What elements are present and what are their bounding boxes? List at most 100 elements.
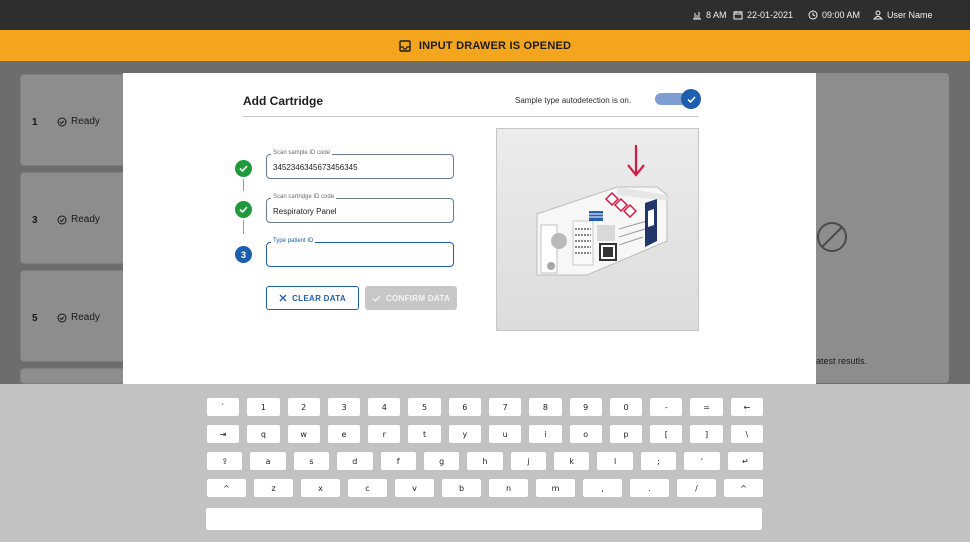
key-p[interactable]: p [609,425,643,443]
caps-lock-key[interactable]: ⇪ [207,452,243,470]
slash-key[interactable]: / [677,479,716,497]
module-bay-partial [20,368,130,384]
time-indicator: 09:00 AM [808,10,860,20]
key-j[interactable]: j [510,452,547,470]
results-text: atest resutls. [816,356,868,366]
key-n[interactable]: n [489,479,528,497]
equals-key[interactable]: = [690,398,723,416]
cartridge-image [536,145,668,276]
key-i[interactable]: i [529,425,562,443]
clock-icon [808,10,818,20]
bay-status-text: Ready [71,116,100,127]
step-2-done-indicator [235,201,252,218]
left-bracket-key[interactable]: [ [650,425,683,443]
step-connector [243,220,244,234]
right-bracket-key[interactable]: ] [690,425,723,443]
key-q[interactable]: q [247,425,280,443]
key-k[interactable]: k [554,452,590,470]
apostrophe-key[interactable]: ' [684,452,720,470]
cartridge-body [536,186,668,276]
bay-status: Ready [57,116,100,127]
key-v[interactable]: v [395,479,434,497]
module-bay-1[interactable]: 1 Ready [20,74,130,166]
key-5[interactable]: 5 [408,398,441,416]
key-t[interactable]: t [408,425,441,443]
autodetect-label: Sample type autodetection is on. [515,96,632,105]
backtick-key[interactable]: ` [207,398,240,416]
key-f[interactable]: f [380,452,416,470]
drawer-banner: INPUT DRAWER IS OPENED [0,30,970,61]
shift-key[interactable]: ^ [207,479,246,497]
tab-key[interactable]: ⇥ [207,425,240,443]
key-z[interactable]: z [254,479,293,497]
key-r[interactable]: r [368,425,401,443]
key-8[interactable]: 8 [529,398,562,416]
temperature-indicator: 8 AM [692,10,727,20]
key-6[interactable]: 6 [448,398,481,416]
dialog-title: Add Cartridge [243,94,324,108]
toggle-knob [681,89,701,109]
space-key[interactable] [206,508,762,530]
key-o[interactable]: o [569,425,602,443]
enter-key[interactable]: ↵ [727,452,763,470]
key-w[interactable]: w [287,425,320,443]
module-bay-5[interactable]: 5 Ready [20,270,130,362]
top-status-bar: 8 AM 22-01-2021 09:00 AM User Name [0,0,970,30]
shift-key[interactable]: ^ [724,479,763,497]
backslash-key[interactable]: \ [730,425,763,443]
bay-status-text: Ready [71,312,100,323]
clear-data-label: CLEAR DATA [292,293,346,303]
step-1-done-indicator [235,160,252,177]
key-2[interactable]: 2 [287,398,320,416]
key-x[interactable]: x [301,479,340,497]
sample-id-label: Scan sample ID code [271,150,333,156]
backspace-key[interactable]: ← [730,398,763,416]
date-indicator: 22-01-2021 [733,10,793,20]
check-circle-icon [57,215,67,224]
add-cartridge-dialog: Add Cartridge Sample type autodetection … [123,73,816,384]
insert-arrow-icon [627,145,645,177]
autodetect-toggle[interactable] [655,89,703,109]
key-a[interactable]: a [250,452,286,470]
user-menu[interactable]: User Name [873,10,933,20]
bay-number: 5 [32,313,38,324]
check-icon [239,165,248,173]
key-m[interactable]: m [536,479,575,497]
key-7[interactable]: 7 [489,398,522,416]
semicolon-key[interactable]: ; [640,452,677,470]
on-screen-keyboard: ` 1 2 3 4 5 6 7 8 9 0- = ← ⇥ q w e r t y u i o p [] \ ⇪ a s d f g h j k l; '… [0,384,970,542]
results-panel: atest resutls. [803,73,949,383]
check-icon [372,295,381,302]
key-9[interactable]: 9 [569,398,602,416]
key-b[interactable]: b [442,479,481,497]
key-y[interactable]: y [448,425,481,443]
confirm-data-label: CONFIRM DATA [385,293,451,303]
key-d[interactable]: d [337,452,373,470]
key-s[interactable]: s [293,452,330,470]
check-icon [239,206,248,214]
key-h[interactable]: h [467,452,503,470]
check-circle-icon [57,117,67,126]
key-0[interactable]: 0 [609,398,643,416]
bay-status: Ready [57,312,100,323]
check-circle-icon [57,313,67,322]
key-g[interactable]: g [423,452,460,470]
minus-key[interactable]: - [650,398,683,416]
confirm-data-button[interactable]: CONFIRM DATA [365,286,457,310]
module-bay-3[interactable]: 3 Ready [20,172,130,264]
cartridge-id-field[interactable]: Scan cartridge ID code Respiratory Panel [266,194,454,223]
key-e[interactable]: e [327,425,361,443]
clear-data-button[interactable]: CLEAR DATA [266,286,359,310]
comma-key[interactable]: , [583,479,622,497]
key-3[interactable]: 3 [327,398,361,416]
key-4[interactable]: 4 [368,398,401,416]
key-l[interactable]: l [597,452,633,470]
key-c[interactable]: c [348,479,387,497]
patient-id-input[interactable]: Type patient ID [266,238,454,267]
key-u[interactable]: u [489,425,522,443]
key-1[interactable]: 1 [247,398,280,416]
sample-id-value: 3452346345673456345 [273,163,358,172]
check-icon [686,95,696,103]
period-key[interactable]: . [630,479,669,497]
sample-id-field[interactable]: Scan sample ID code 3452346345673456345 [266,150,454,179]
